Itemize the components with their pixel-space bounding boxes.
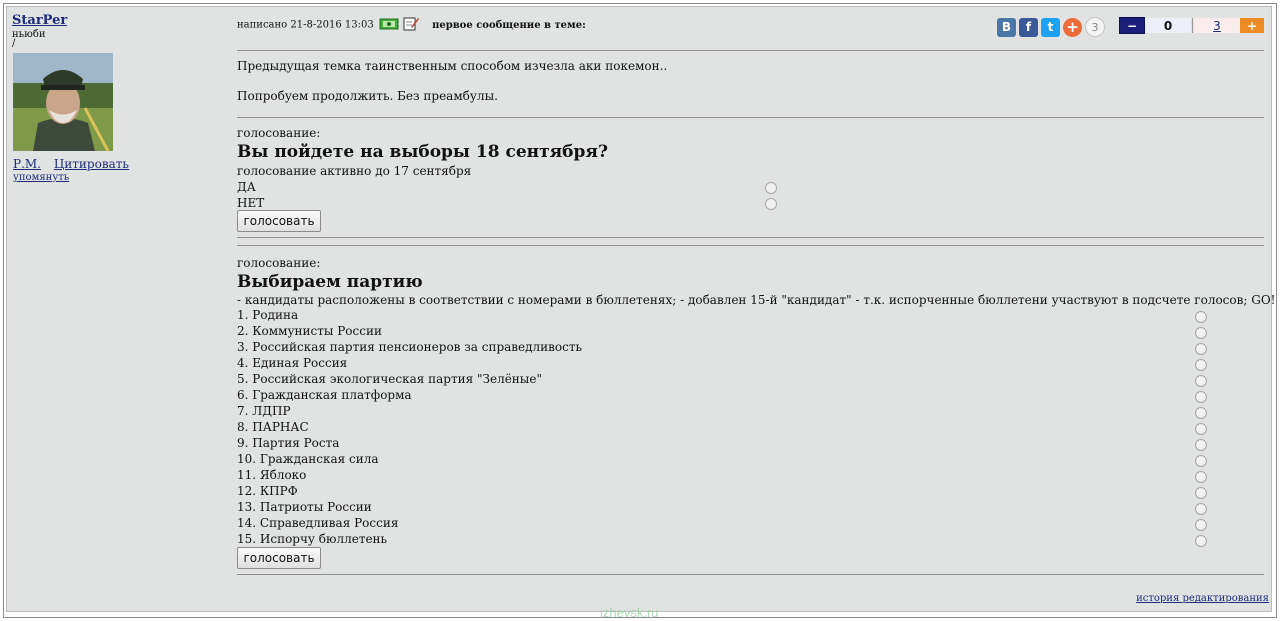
post-text-line-2: Попробуем продолжить. Без преамбулы.: [237, 89, 498, 103]
poll-option: 5. Российская экологическая партия "Зелё…: [237, 372, 542, 386]
poll-title: Выбираем партию: [237, 272, 423, 292]
poll-option-radio[interactable]: [765, 182, 777, 194]
poll-note: - кандидаты расположены в соответствии с…: [237, 293, 1276, 307]
poll-option: НЕТ: [237, 196, 265, 210]
user-status-slash: /: [12, 38, 16, 49]
rating-divider: [1192, 18, 1193, 33]
poll-option-radio[interactable]: [1195, 519, 1207, 531]
divider: [237, 50, 1264, 51]
divider: [237, 245, 1264, 246]
poll-option-radio[interactable]: [1195, 503, 1207, 515]
poll-option-radio[interactable]: [1195, 327, 1207, 339]
rating-up-count[interactable]: 3: [1194, 18, 1240, 33]
user-status: ньюби: [12, 29, 46, 40]
poll-label: голосование:: [237, 256, 321, 270]
poll-option: 13. Патриоты России: [237, 500, 372, 514]
avatar[interactable]: [13, 53, 113, 151]
user-links: Р.М. Цитировать: [13, 157, 138, 171]
user-column: StarPer ньюби /: [12, 13, 132, 49]
poll-option-radio[interactable]: [1195, 375, 1207, 387]
poll-note: голосование активно до 17 сентября: [237, 164, 472, 178]
vote-button[interactable]: голосовать: [237, 210, 321, 232]
poll-option-radio[interactable]: [765, 198, 777, 210]
poll-option-radio[interactable]: [1195, 311, 1207, 323]
more-share-icon[interactable]: +: [1063, 17, 1082, 37]
poll-option-radio[interactable]: [1195, 407, 1207, 419]
poll-option: 9. Партия Роста: [237, 436, 340, 450]
poll-option: 2. Коммунисты России: [237, 324, 382, 338]
poll-option-radio[interactable]: [1195, 423, 1207, 435]
rating-minus-button[interactable]: −: [1119, 17, 1145, 34]
post-body: написано 21-8-2016 13:03 первое сообщени…: [237, 7, 1275, 607]
poll-option: 15. Испорчу бюллетень: [237, 532, 388, 546]
poll-option: 4. Единая Россия: [237, 356, 348, 370]
edit-history-link[interactable]: история редактирования: [1136, 593, 1269, 604]
vk-share-icon[interactable]: B: [997, 17, 1016, 37]
post-text-line-1: Предыдущая темка таинственным способом и…: [237, 59, 668, 73]
author-link[interactable]: StarPer: [12, 13, 132, 28]
rating-plus-button[interactable]: +: [1240, 18, 1264, 33]
poll-option-radio[interactable]: [1195, 487, 1207, 499]
poll-option-radio[interactable]: [1195, 359, 1207, 371]
poll-option: 1. Родина: [237, 308, 299, 322]
poll-option: 12. КПРФ: [237, 484, 298, 498]
rating-down-count: 0: [1145, 18, 1191, 33]
edit-icon[interactable]: [403, 16, 419, 34]
post-date: написано 21-8-2016 13:03: [237, 19, 374, 31]
watermark: izhevsk.ru: [600, 605, 659, 620]
poll-option: 6. Гражданская платформа: [237, 388, 412, 402]
poll-option: 10. Гражданская сила: [237, 452, 379, 466]
avatar-image: [13, 53, 113, 151]
poll-label: голосование:: [237, 126, 321, 140]
mention-link[interactable]: упомянуть: [13, 172, 69, 183]
first-message-label: первое сообщение в теме:: [432, 19, 586, 31]
poll-option: 7. ЛДПР: [237, 404, 291, 418]
divider: [237, 574, 1264, 575]
twitter-share-icon[interactable]: t: [1041, 17, 1060, 37]
poll-option-radio[interactable]: [1195, 535, 1207, 547]
rating-bar: − 0 3 +: [1119, 17, 1264, 34]
post-panel: StarPer ньюби / Р.М. Цитировать упомянут…: [6, 6, 1275, 612]
quote-link[interactable]: Цитировать: [54, 157, 129, 171]
poll-option: 11. Яблоко: [237, 468, 307, 482]
divider: [237, 117, 1264, 118]
poll-option-radio[interactable]: [1195, 455, 1207, 467]
share-count: 3: [1085, 17, 1105, 37]
poll-option-radio[interactable]: [1195, 391, 1207, 403]
poll-option-radio[interactable]: [1195, 439, 1207, 451]
poll-option: 14. Справедливая Россия: [237, 516, 399, 530]
vote-button[interactable]: голосовать: [237, 547, 321, 569]
poll-option-radio[interactable]: [1195, 343, 1207, 355]
facebook-share-icon[interactable]: f: [1019, 17, 1038, 37]
post-header: написано 21-8-2016 13:03 первое сообщени…: [237, 16, 586, 34]
private-message-link[interactable]: Р.М.: [13, 157, 41, 171]
poll-option: ДА: [237, 180, 256, 194]
poll-title: Вы пойдете на выборы 18 сентября?: [237, 142, 608, 162]
poll-option-radio[interactable]: [1195, 471, 1207, 483]
money-icon[interactable]: [379, 17, 399, 33]
poll-option: 8. ПАРНАС: [237, 420, 309, 434]
divider: [237, 237, 1264, 238]
poll-option: 3. Российская партия пенсионеров за спра…: [237, 340, 583, 354]
share-bar: B f t + 3: [997, 17, 1105, 37]
